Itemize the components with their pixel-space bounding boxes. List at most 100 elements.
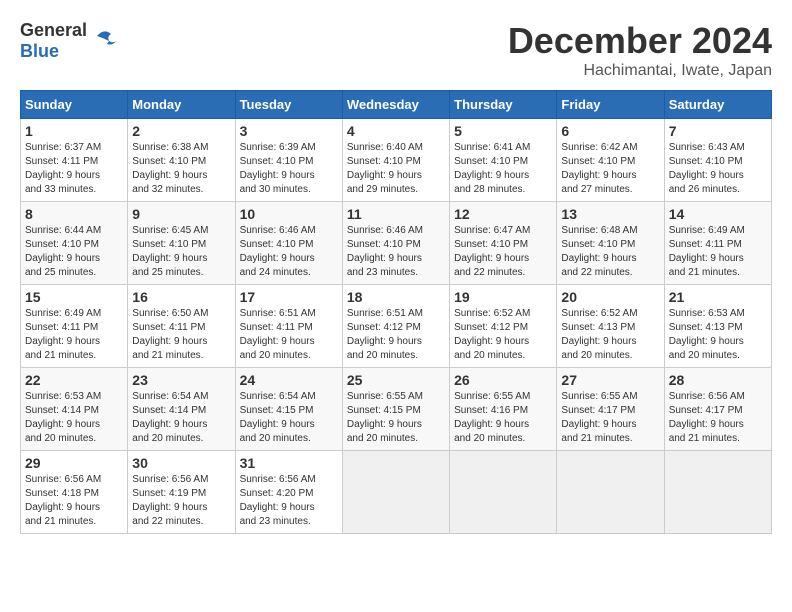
day-info: Sunrise: 6:37 AMSunset: 4:11 PMDaylight:…	[25, 142, 101, 195]
calendar-cell: 17 Sunrise: 6:51 AMSunset: 4:11 PMDaylig…	[235, 285, 342, 368]
calendar-cell: 8 Sunrise: 6:44 AMSunset: 4:10 PMDayligh…	[21, 202, 128, 285]
calendar-cell: 3 Sunrise: 6:39 AMSunset: 4:10 PMDayligh…	[235, 119, 342, 202]
day-number: 8	[25, 206, 123, 222]
day-number: 17	[240, 289, 338, 305]
calendar-header-row: SundayMondayTuesdayWednesdayThursdayFrid…	[21, 91, 772, 119]
day-info: Sunrise: 6:40 AMSunset: 4:10 PMDaylight:…	[347, 142, 423, 195]
day-number: 11	[347, 206, 445, 222]
calendar-week-row: 15 Sunrise: 6:49 AMSunset: 4:11 PMDaylig…	[21, 285, 772, 368]
day-number: 16	[132, 289, 230, 305]
day-number: 19	[454, 289, 552, 305]
day-number: 6	[561, 123, 659, 139]
calendar-cell: 31 Sunrise: 6:56 AMSunset: 4:20 PMDaylig…	[235, 451, 342, 534]
day-info: Sunrise: 6:46 AMSunset: 4:10 PMDaylight:…	[240, 225, 316, 278]
day-info: Sunrise: 6:51 AMSunset: 4:11 PMDaylight:…	[240, 308, 316, 361]
day-number: 27	[561, 372, 659, 388]
day-info: Sunrise: 6:49 AMSunset: 4:11 PMDaylight:…	[25, 308, 101, 361]
day-info: Sunrise: 6:52 AMSunset: 4:12 PMDaylight:…	[454, 308, 530, 361]
header-day-monday: Monday	[128, 91, 235, 119]
day-number: 18	[347, 289, 445, 305]
calendar-week-row: 8 Sunrise: 6:44 AMSunset: 4:10 PMDayligh…	[21, 202, 772, 285]
day-number: 3	[240, 123, 338, 139]
day-number: 25	[347, 372, 445, 388]
day-info: Sunrise: 6:55 AMSunset: 4:15 PMDaylight:…	[347, 391, 423, 444]
calendar-week-row: 22 Sunrise: 6:53 AMSunset: 4:14 PMDaylig…	[21, 368, 772, 451]
calendar-cell: 5 Sunrise: 6:41 AMSunset: 4:10 PMDayligh…	[450, 119, 557, 202]
calendar-cell: 24 Sunrise: 6:54 AMSunset: 4:15 PMDaylig…	[235, 368, 342, 451]
day-info: Sunrise: 6:53 AMSunset: 4:13 PMDaylight:…	[669, 308, 745, 361]
calendar-cell: 30 Sunrise: 6:56 AMSunset: 4:19 PMDaylig…	[128, 451, 235, 534]
calendar-cell: 9 Sunrise: 6:45 AMSunset: 4:10 PMDayligh…	[128, 202, 235, 285]
header-day-thursday: Thursday	[450, 91, 557, 119]
calendar-cell: 15 Sunrise: 6:49 AMSunset: 4:11 PMDaylig…	[21, 285, 128, 368]
header-day-sunday: Sunday	[21, 91, 128, 119]
day-number: 5	[454, 123, 552, 139]
day-info: Sunrise: 6:46 AMSunset: 4:10 PMDaylight:…	[347, 225, 423, 278]
calendar-cell: 18 Sunrise: 6:51 AMSunset: 4:12 PMDaylig…	[342, 285, 449, 368]
calendar-cell: 16 Sunrise: 6:50 AMSunset: 4:11 PMDaylig…	[128, 285, 235, 368]
day-number: 1	[25, 123, 123, 139]
day-number: 21	[669, 289, 767, 305]
header-day-tuesday: Tuesday	[235, 91, 342, 119]
day-number: 14	[669, 206, 767, 222]
day-number: 20	[561, 289, 659, 305]
day-number: 4	[347, 123, 445, 139]
day-number: 2	[132, 123, 230, 139]
day-info: Sunrise: 6:52 AMSunset: 4:13 PMDaylight:…	[561, 308, 637, 361]
day-info: Sunrise: 6:47 AMSunset: 4:10 PMDaylight:…	[454, 225, 530, 278]
day-info: Sunrise: 6:43 AMSunset: 4:10 PMDaylight:…	[669, 142, 745, 195]
day-number: 24	[240, 372, 338, 388]
title-section: December 2024 Hachimantai, Iwate, Japan	[508, 20, 772, 80]
day-number: 23	[132, 372, 230, 388]
calendar-cell: 6 Sunrise: 6:42 AMSunset: 4:10 PMDayligh…	[557, 119, 664, 202]
day-number: 31	[240, 455, 338, 471]
day-info: Sunrise: 6:53 AMSunset: 4:14 PMDaylight:…	[25, 391, 101, 444]
day-info: Sunrise: 6:49 AMSunset: 4:11 PMDaylight:…	[669, 225, 745, 278]
day-info: Sunrise: 6:51 AMSunset: 4:12 PMDaylight:…	[347, 308, 423, 361]
calendar-cell: 23 Sunrise: 6:54 AMSunset: 4:14 PMDaylig…	[128, 368, 235, 451]
calendar-cell: 14 Sunrise: 6:49 AMSunset: 4:11 PMDaylig…	[664, 202, 771, 285]
logo-blue-text: Blue	[20, 41, 59, 61]
day-number: 9	[132, 206, 230, 222]
day-info: Sunrise: 6:54 AMSunset: 4:14 PMDaylight:…	[132, 391, 208, 444]
location-title: Hachimantai, Iwate, Japan	[508, 62, 772, 80]
day-info: Sunrise: 6:42 AMSunset: 4:10 PMDaylight:…	[561, 142, 637, 195]
calendar-cell: 10 Sunrise: 6:46 AMSunset: 4:10 PMDaylig…	[235, 202, 342, 285]
day-number: 10	[240, 206, 338, 222]
calendar-cell: 29 Sunrise: 6:56 AMSunset: 4:18 PMDaylig…	[21, 451, 128, 534]
day-info: Sunrise: 6:38 AMSunset: 4:10 PMDaylight:…	[132, 142, 208, 195]
calendar-cell	[450, 451, 557, 534]
day-info: Sunrise: 6:56 AMSunset: 4:18 PMDaylight:…	[25, 474, 101, 527]
calendar-cell: 7 Sunrise: 6:43 AMSunset: 4:10 PMDayligh…	[664, 119, 771, 202]
calendar-cell	[557, 451, 664, 534]
day-number: 29	[25, 455, 123, 471]
day-info: Sunrise: 6:41 AMSunset: 4:10 PMDaylight:…	[454, 142, 530, 195]
day-info: Sunrise: 6:39 AMSunset: 4:10 PMDaylight:…	[240, 142, 316, 195]
calendar-cell: 27 Sunrise: 6:55 AMSunset: 4:17 PMDaylig…	[557, 368, 664, 451]
calendar-cell: 21 Sunrise: 6:53 AMSunset: 4:13 PMDaylig…	[664, 285, 771, 368]
day-number: 12	[454, 206, 552, 222]
calendar-week-row: 1 Sunrise: 6:37 AMSunset: 4:11 PMDayligh…	[21, 119, 772, 202]
logo-general-text: General	[20, 20, 87, 40]
calendar-cell: 2 Sunrise: 6:38 AMSunset: 4:10 PMDayligh…	[128, 119, 235, 202]
day-info: Sunrise: 6:56 AMSunset: 4:19 PMDaylight:…	[132, 474, 208, 527]
day-number: 22	[25, 372, 123, 388]
day-number: 30	[132, 455, 230, 471]
logo: General Blue	[20, 20, 119, 62]
calendar-table: SundayMondayTuesdayWednesdayThursdayFrid…	[20, 90, 772, 534]
day-info: Sunrise: 6:44 AMSunset: 4:10 PMDaylight:…	[25, 225, 101, 278]
header-day-wednesday: Wednesday	[342, 91, 449, 119]
calendar-cell: 28 Sunrise: 6:56 AMSunset: 4:17 PMDaylig…	[664, 368, 771, 451]
day-number: 13	[561, 206, 659, 222]
day-number: 26	[454, 372, 552, 388]
calendar-cell: 25 Sunrise: 6:55 AMSunset: 4:15 PMDaylig…	[342, 368, 449, 451]
day-info: Sunrise: 6:50 AMSunset: 4:11 PMDaylight:…	[132, 308, 208, 361]
day-info: Sunrise: 6:48 AMSunset: 4:10 PMDaylight:…	[561, 225, 637, 278]
calendar-cell: 13 Sunrise: 6:48 AMSunset: 4:10 PMDaylig…	[557, 202, 664, 285]
day-info: Sunrise: 6:56 AMSunset: 4:20 PMDaylight:…	[240, 474, 316, 527]
header-day-friday: Friday	[557, 91, 664, 119]
calendar-cell: 26 Sunrise: 6:55 AMSunset: 4:16 PMDaylig…	[450, 368, 557, 451]
day-number: 7	[669, 123, 767, 139]
day-info: Sunrise: 6:55 AMSunset: 4:17 PMDaylight:…	[561, 391, 637, 444]
calendar-cell: 22 Sunrise: 6:53 AMSunset: 4:14 PMDaylig…	[21, 368, 128, 451]
